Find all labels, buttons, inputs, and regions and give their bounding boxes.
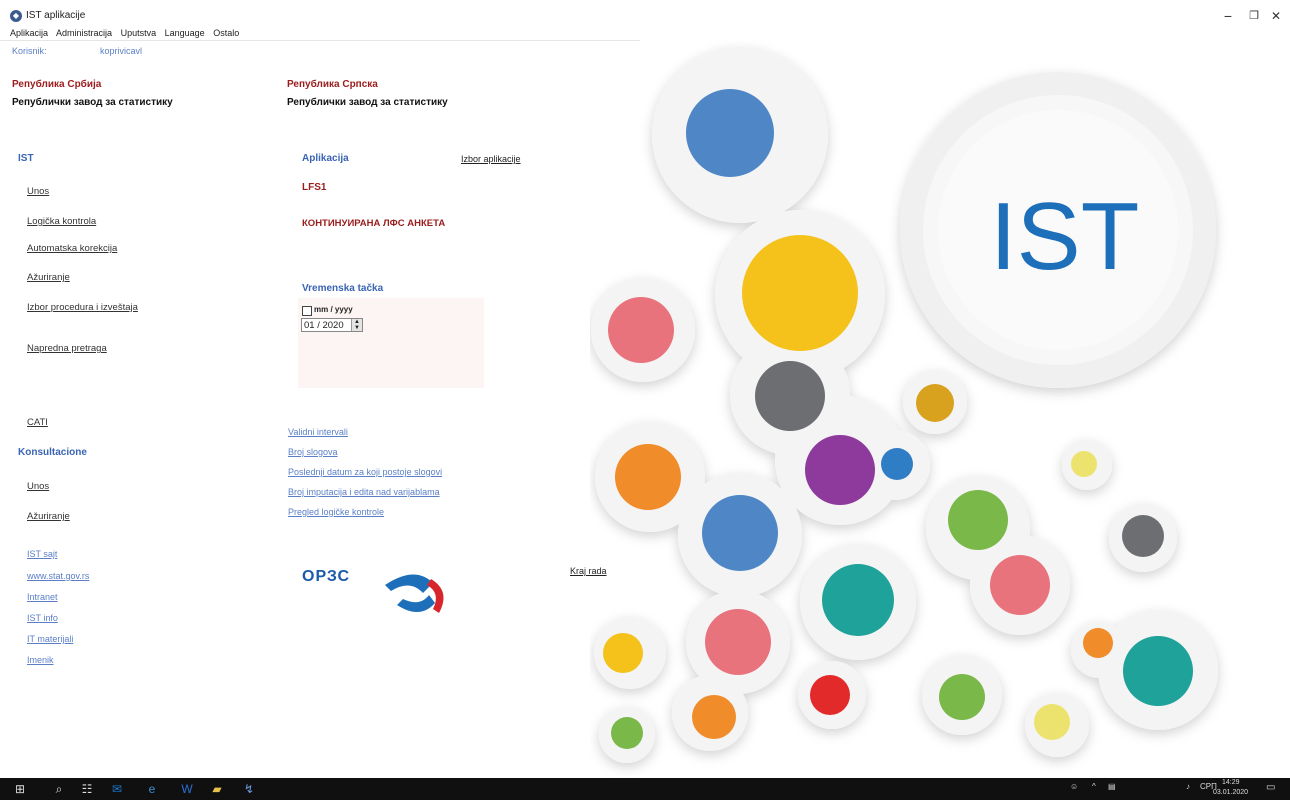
app-icon: ◆ (10, 10, 22, 22)
menu-administracija[interactable]: Administracija (56, 28, 112, 38)
taskbar: ⊞ ⌕ ☷ ✉ e W ▰ ↯ ☺ ^ ▤ ♪ СРП 14:29 03.01.… (0, 778, 1290, 800)
hero-ist-text: IST (990, 183, 1140, 290)
date-format-checkbox[interactable] (302, 306, 312, 316)
link-stat-gov[interactable]: www.stat.gov.rs (27, 571, 89, 581)
date-spinner[interactable]: ▲ ▼ (351, 319, 362, 331)
vremenska-heading: Vremenska tačka (302, 283, 384, 294)
right-republic: Република Српска (287, 79, 378, 90)
konsultacione-heading: Konsultacione (18, 447, 87, 458)
link-imenik[interactable]: Imenik (27, 655, 54, 665)
right-institute: Републички завод за статистику (287, 97, 448, 108)
user-name: koprivicavl (100, 46, 143, 56)
notifications-icon[interactable]: ▭ (1266, 782, 1275, 793)
izbor-aplikacije-link[interactable]: Izbor aplikacije (461, 154, 521, 164)
menu-divider (0, 40, 640, 41)
date-value: 01 / 2020 (304, 320, 344, 331)
link-pregled-kontrole[interactable]: Pregled logičke kontrole (288, 507, 384, 517)
clock-time[interactable]: 14:29 (1222, 779, 1240, 786)
outlook-icon[interactable]: ✉ (110, 782, 124, 796)
app-code: LFS1 (302, 182, 327, 193)
left-republic: Република Србија (12, 79, 102, 90)
clock-date[interactable]: 03.01.2020 (1213, 789, 1248, 796)
aplikacija-heading: Aplikacija (302, 153, 349, 164)
link-poslednji-datum[interactable]: Poslednji datum za koji postoje slogovi (288, 467, 442, 477)
volume-icon[interactable]: ♪ (1186, 782, 1190, 791)
nav-izbor-procedura[interactable]: Izbor procedura i izveštaja (27, 302, 138, 313)
nav-logicka-kontrola[interactable]: Logička kontrola (27, 216, 96, 227)
windows-start-icon[interactable]: ⊞ (13, 782, 27, 796)
link-broj-imputacija[interactable]: Broj imputacija i edita nad varijablama (288, 487, 440, 497)
restore-button[interactable]: ❐ (1242, 7, 1266, 25)
task-view-icon[interactable]: ☷ (80, 782, 94, 796)
menu-aplikacija[interactable]: Aplikacija (10, 28, 48, 38)
menu-language[interactable]: Language (165, 28, 205, 38)
link-ist-info[interactable]: IST info (27, 613, 58, 623)
title-bar: ◆ IST aplikacije − ❐ ✕ (0, 0, 1290, 26)
konsultacione-unos[interactable]: Unos (27, 481, 49, 492)
date-input[interactable]: 01 / 2020 ▲ ▼ (301, 318, 363, 332)
konsultacione-azuriranje[interactable]: Ažuriranje (27, 511, 70, 522)
close-button[interactable]: ✕ (1264, 7, 1288, 25)
link-broj-slogova[interactable]: Broj slogova (288, 447, 338, 457)
app-name: КОНТИНУИРАНА ЛФС АНКЕТА (302, 218, 446, 229)
ist-swoosh-logo (385, 574, 444, 613)
link-intranet[interactable]: Intranet (27, 592, 58, 602)
decorative-circles (591, 47, 1218, 763)
link-ist-sajt[interactable]: IST sajt (27, 549, 57, 559)
left-institute: Републички завод за статистику (12, 97, 173, 108)
user-label: Korisnik: (12, 46, 47, 56)
menu-uputstva[interactable]: Uputstva (121, 28, 157, 38)
ist-app-taskbar-icon[interactable]: ↯ (242, 782, 256, 796)
link-it-materijali[interactable]: IT materijali (27, 634, 73, 644)
minimize-button[interactable]: − (1216, 7, 1240, 25)
nav-unos[interactable]: Unos (27, 186, 49, 197)
ist-heading: IST (18, 153, 34, 164)
search-icon[interactable]: ⌕ (52, 782, 66, 796)
nav-automatska-korekcija[interactable]: Automatska korekcija (27, 243, 117, 254)
nav-napredna-pretraga[interactable]: Napredna pretraga (27, 343, 107, 354)
menu-ostalo[interactable]: Ostalo (213, 28, 239, 38)
file-explorer-icon[interactable]: ▰ (210, 782, 224, 796)
link-validni-intervali[interactable]: Validni intervali (288, 427, 348, 437)
window-title: IST aplikacije (26, 10, 86, 21)
people-icon[interactable]: ☺ (1070, 782, 1078, 791)
orzs-logo: ОРЗС (302, 568, 351, 585)
word-icon[interactable]: W (180, 782, 194, 796)
menu-bar: Aplikacija Administracija Uputstva Langu… (10, 28, 245, 38)
network-icon[interactable]: ▤ (1108, 782, 1116, 791)
nav-azuriranje[interactable]: Ažuriranje (27, 272, 70, 283)
edge-icon[interactable]: e (145, 782, 159, 796)
nav-cati[interactable]: CATI (27, 417, 48, 428)
date-format-label: mm / yyyy (314, 305, 353, 314)
tray-chevron-icon[interactable]: ^ (1092, 782, 1096, 791)
